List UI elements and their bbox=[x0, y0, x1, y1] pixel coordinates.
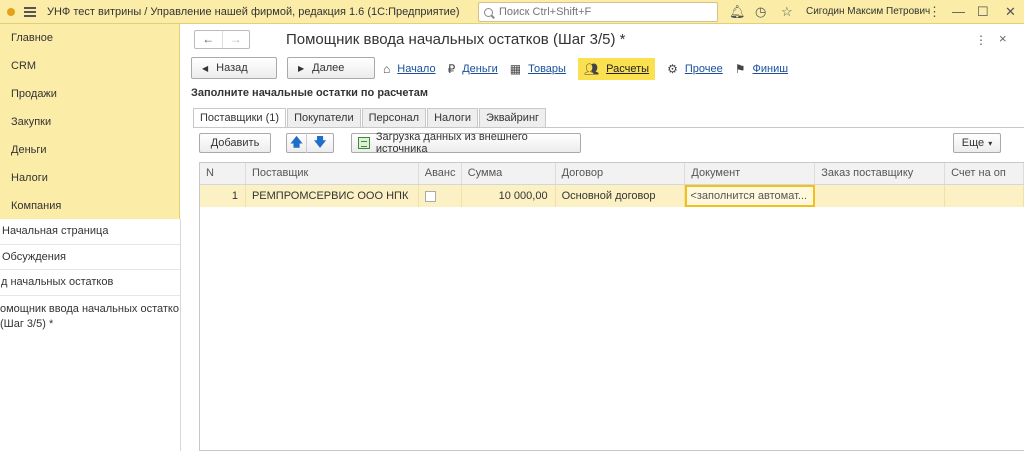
step-money[interactable]: ₽ Деньги bbox=[448, 62, 498, 76]
ruble-coin-icon: ₽ bbox=[447, 62, 456, 76]
col-document[interactable]: Документ bbox=[685, 163, 816, 184]
open-window-home[interactable]: Начальная страница bbox=[0, 219, 180, 245]
forward-arrow-icon[interactable]: → bbox=[221, 31, 250, 48]
step-other-link[interactable]: Прочее bbox=[685, 63, 723, 75]
cart-icon: ▦ bbox=[509, 62, 522, 76]
sidebar-item-company[interactable]: Компания bbox=[0, 192, 179, 220]
bell-icon[interactable]: 🔔︎ bbox=[729, 4, 746, 20]
sidebar-item-taxes[interactable]: Налоги bbox=[0, 164, 179, 192]
step-start-link[interactable]: Начало bbox=[397, 63, 435, 75]
back-arrow-icon[interactable]: ← bbox=[195, 31, 222, 48]
cell-contract[interactable]: Основной договор bbox=[556, 185, 686, 207]
tab-bar: Поставщики (1) Покупатели Персонал Налог… bbox=[193, 108, 547, 128]
minimize-icon[interactable]: — bbox=[952, 4, 965, 20]
history-nav: ← → bbox=[194, 30, 250, 49]
flag-icon: ⚑ bbox=[734, 62, 746, 76]
col-supplier[interactable]: Поставщик bbox=[246, 163, 419, 184]
step-other[interactable]: ⚙ Прочее bbox=[667, 62, 723, 76]
suppliers-table: N Поставщик Аванс Сумма Договор Документ… bbox=[199, 162, 1024, 451]
search-icon bbox=[484, 7, 493, 17]
tab-suppliers[interactable]: Поставщики (1) bbox=[193, 108, 287, 128]
history-icon[interactable]: ◷ bbox=[755, 4, 766, 20]
tab-taxes[interactable]: Налоги bbox=[427, 108, 478, 128]
add-button[interactable]: Добавить bbox=[199, 133, 271, 153]
more-button-label: Еще bbox=[961, 137, 985, 149]
menu-dots-icon[interactable]: ⋮ bbox=[928, 4, 941, 20]
form-menu-icon[interactable]: ⋮ bbox=[975, 33, 987, 47]
next-button-label: Далее bbox=[312, 62, 345, 74]
move-buttons: 🡅 🡇 bbox=[286, 133, 334, 153]
global-search[interactable] bbox=[478, 2, 718, 22]
step-settlements[interactable]: 👥︎ Расчеты bbox=[577, 58, 656, 80]
step-money-link[interactable]: Деньги bbox=[462, 63, 498, 75]
sidebar-item-main[interactable]: Главное bbox=[0, 24, 179, 52]
move-up-icon[interactable]: 🡅 bbox=[287, 133, 306, 153]
app-logo-icon bbox=[7, 7, 15, 16]
step-finish[interactable]: ⚑ Финиш bbox=[735, 62, 788, 76]
col-sum[interactable]: Сумма bbox=[462, 163, 556, 184]
more-button[interactable]: Еще ▾ bbox=[953, 133, 1001, 153]
user-name[interactable]: Сигодин Максим Петрович bbox=[806, 6, 930, 17]
col-advance[interactable]: Аванс bbox=[419, 163, 462, 184]
table-header: N Поставщик Аванс Сумма Договор Документ… bbox=[200, 163, 1024, 185]
step-finish-link[interactable]: Финиш bbox=[752, 63, 788, 75]
col-n[interactable]: N bbox=[200, 163, 246, 184]
back-button-label: Назад bbox=[216, 62, 248, 74]
form-close-icon[interactable]: × bbox=[999, 31, 1007, 46]
app-title: УНФ тест витрины / Управление нашей фирм… bbox=[47, 5, 460, 18]
move-down-icon[interactable]: 🡇 bbox=[306, 133, 333, 153]
sidebar-item-money[interactable]: Деньги bbox=[0, 136, 179, 164]
import-button[interactable]: Загрузка данных из внешнего источника bbox=[351, 131, 581, 155]
left-triangle-icon: ◀ bbox=[202, 63, 209, 73]
col-supplier-order[interactable]: Заказ поставщику bbox=[815, 163, 946, 184]
sidebar-item-sales[interactable]: Продажи bbox=[0, 80, 179, 108]
form-title: Помощник ввода начальных остатков (Шаг 3… bbox=[286, 31, 626, 48]
tab-customers[interactable]: Покупатели bbox=[287, 108, 361, 128]
search-input[interactable] bbox=[499, 6, 709, 18]
cell-sum[interactable]: 10 000,00 bbox=[462, 185, 556, 207]
spreadsheet-icon bbox=[358, 137, 370, 149]
right-triangle-icon: ▶ bbox=[298, 63, 305, 73]
tab-acquiring[interactable]: Эквайринг bbox=[478, 108, 547, 128]
next-button[interactable]: ▶ Далее bbox=[287, 57, 375, 79]
cell-n: 1 bbox=[200, 185, 246, 207]
cell-supplier[interactable]: РЕМПРОМСЕРВИС ООО НПК bbox=[246, 185, 419, 207]
step-goods-link[interactable]: Товары bbox=[528, 63, 566, 75]
tab-personnel[interactable]: Персонал bbox=[361, 108, 427, 128]
step-goods[interactable]: ▦ Товары bbox=[510, 62, 566, 76]
step-settlements-link[interactable]: Расчеты bbox=[606, 63, 649, 75]
people-icon: 👥︎ bbox=[583, 62, 600, 76]
section-title: Заполните начальные остатки по расчетам bbox=[191, 87, 429, 99]
open-window-wizard[interactable]: омощник ввода начальных остатко (Шаг 3/5… bbox=[0, 296, 180, 346]
back-button[interactable]: ◀ Назад bbox=[191, 57, 277, 79]
open-window-discussions[interactable]: Обсуждения bbox=[0, 245, 180, 270]
sidebar-item-purchases[interactable]: Закупки bbox=[0, 108, 179, 136]
cell-invoice[interactable] bbox=[945, 185, 1024, 207]
cell-advance[interactable] bbox=[419, 185, 462, 207]
star-icon[interactable]: ☆ bbox=[781, 4, 793, 20]
open-windows-panel: Начальная страница Обсуждения д начальны… bbox=[0, 219, 181, 451]
cell-supplier-order[interactable] bbox=[815, 185, 946, 207]
maximize-icon[interactable]: ☐ bbox=[977, 4, 989, 20]
table-row[interactable]: 1 РЕМПРОМСЕРВИС ООО НПК 10 000,00 Основн… bbox=[200, 185, 1024, 207]
import-button-label: Загрузка данных из внешнего источника bbox=[375, 131, 528, 155]
sections-panel: Главное CRM Продажи Закупки Деньги Налог… bbox=[0, 24, 180, 219]
col-contract[interactable]: Договор bbox=[556, 163, 686, 184]
dropdown-caret-icon: ▾ bbox=[988, 138, 993, 148]
close-window-icon[interactable]: ✕ bbox=[1005, 4, 1016, 20]
tab-divider bbox=[193, 127, 1024, 128]
gear-icon: ⚙ bbox=[667, 62, 678, 76]
advance-checkbox[interactable] bbox=[424, 190, 436, 202]
menu-icon[interactable] bbox=[24, 6, 36, 17]
step-start[interactable]: ⌂ Начало bbox=[383, 62, 436, 76]
cell-document[interactable]: <заполнится автомат... bbox=[685, 185, 816, 207]
col-invoice[interactable]: Счет на оп bbox=[945, 163, 1024, 184]
wizard-steps: ⌂ Начало ₽ Деньги ▦ Товары 👥︎ Расчеты ⚙ Проче… bbox=[383, 58, 800, 80]
home-icon: ⌂ bbox=[383, 62, 391, 76]
open-window-balances[interactable]: д начальных остатков bbox=[0, 270, 180, 296]
sidebar-item-crm[interactable]: CRM bbox=[0, 52, 179, 80]
